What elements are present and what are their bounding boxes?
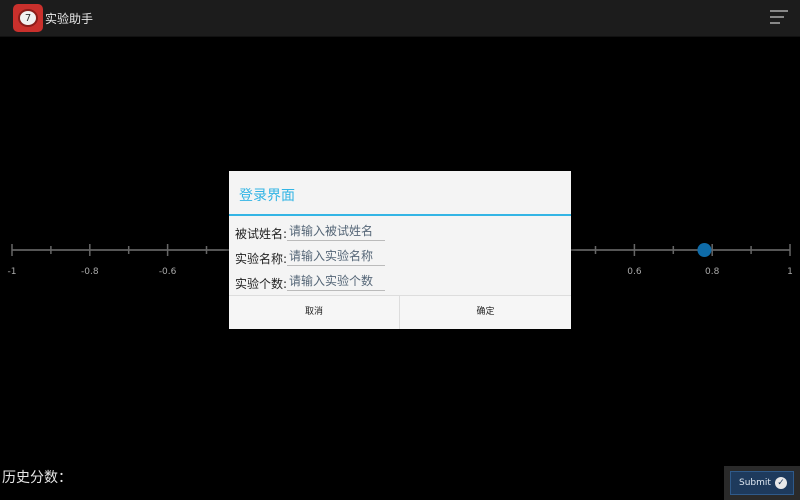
history-score-label: 历史分数： (2, 470, 72, 486)
slider-tick-label: -1 (7, 267, 17, 277)
menu-icon[interactable] (770, 10, 788, 26)
app-logo-icon[interactable]: 7 (13, 4, 43, 32)
slider-tick-label: -0.6 (158, 267, 177, 277)
dialog-button-bar: 取消 确定 (229, 295, 571, 329)
submit-label: Submit (739, 478, 771, 488)
login-dialog: 登录界面 被试姓名: 实验名称: 实验个数: 取消 确定 (229, 171, 571, 329)
app-icon-badge: 7 (24, 13, 32, 24)
slider-tick-label: -0.8 (81, 267, 99, 277)
experiment-count-label: 实验个数: (235, 277, 288, 291)
submit-button[interactable]: Submit ✓ (730, 471, 794, 495)
confirm-button[interactable]: 确定 (400, 296, 571, 329)
check-icon: ✓ (775, 477, 787, 489)
submit-area: Submit ✓ (724, 466, 800, 500)
slider-tick-label: 0.6 (627, 267, 642, 277)
experiment-name-input[interactable] (287, 247, 385, 266)
app-title: 实验助手 (45, 12, 94, 26)
slider-tick-label: 0.8 (705, 267, 720, 277)
action-bar: 7 实验助手 (0, 0, 800, 37)
experiment-name-label: 实验名称: (235, 252, 288, 266)
subject-name-label: 被试姓名: (235, 227, 288, 241)
slider-tick-label: 1 (787, 267, 793, 277)
dialog-title: 登录界面 (239, 188, 295, 204)
subject-name-input[interactable] (287, 222, 385, 241)
slider-thumb[interactable] (697, 243, 712, 257)
dialog-title-divider (229, 214, 571, 216)
experiment-count-input[interactable] (287, 272, 385, 291)
cancel-button[interactable]: 取消 (229, 296, 400, 329)
